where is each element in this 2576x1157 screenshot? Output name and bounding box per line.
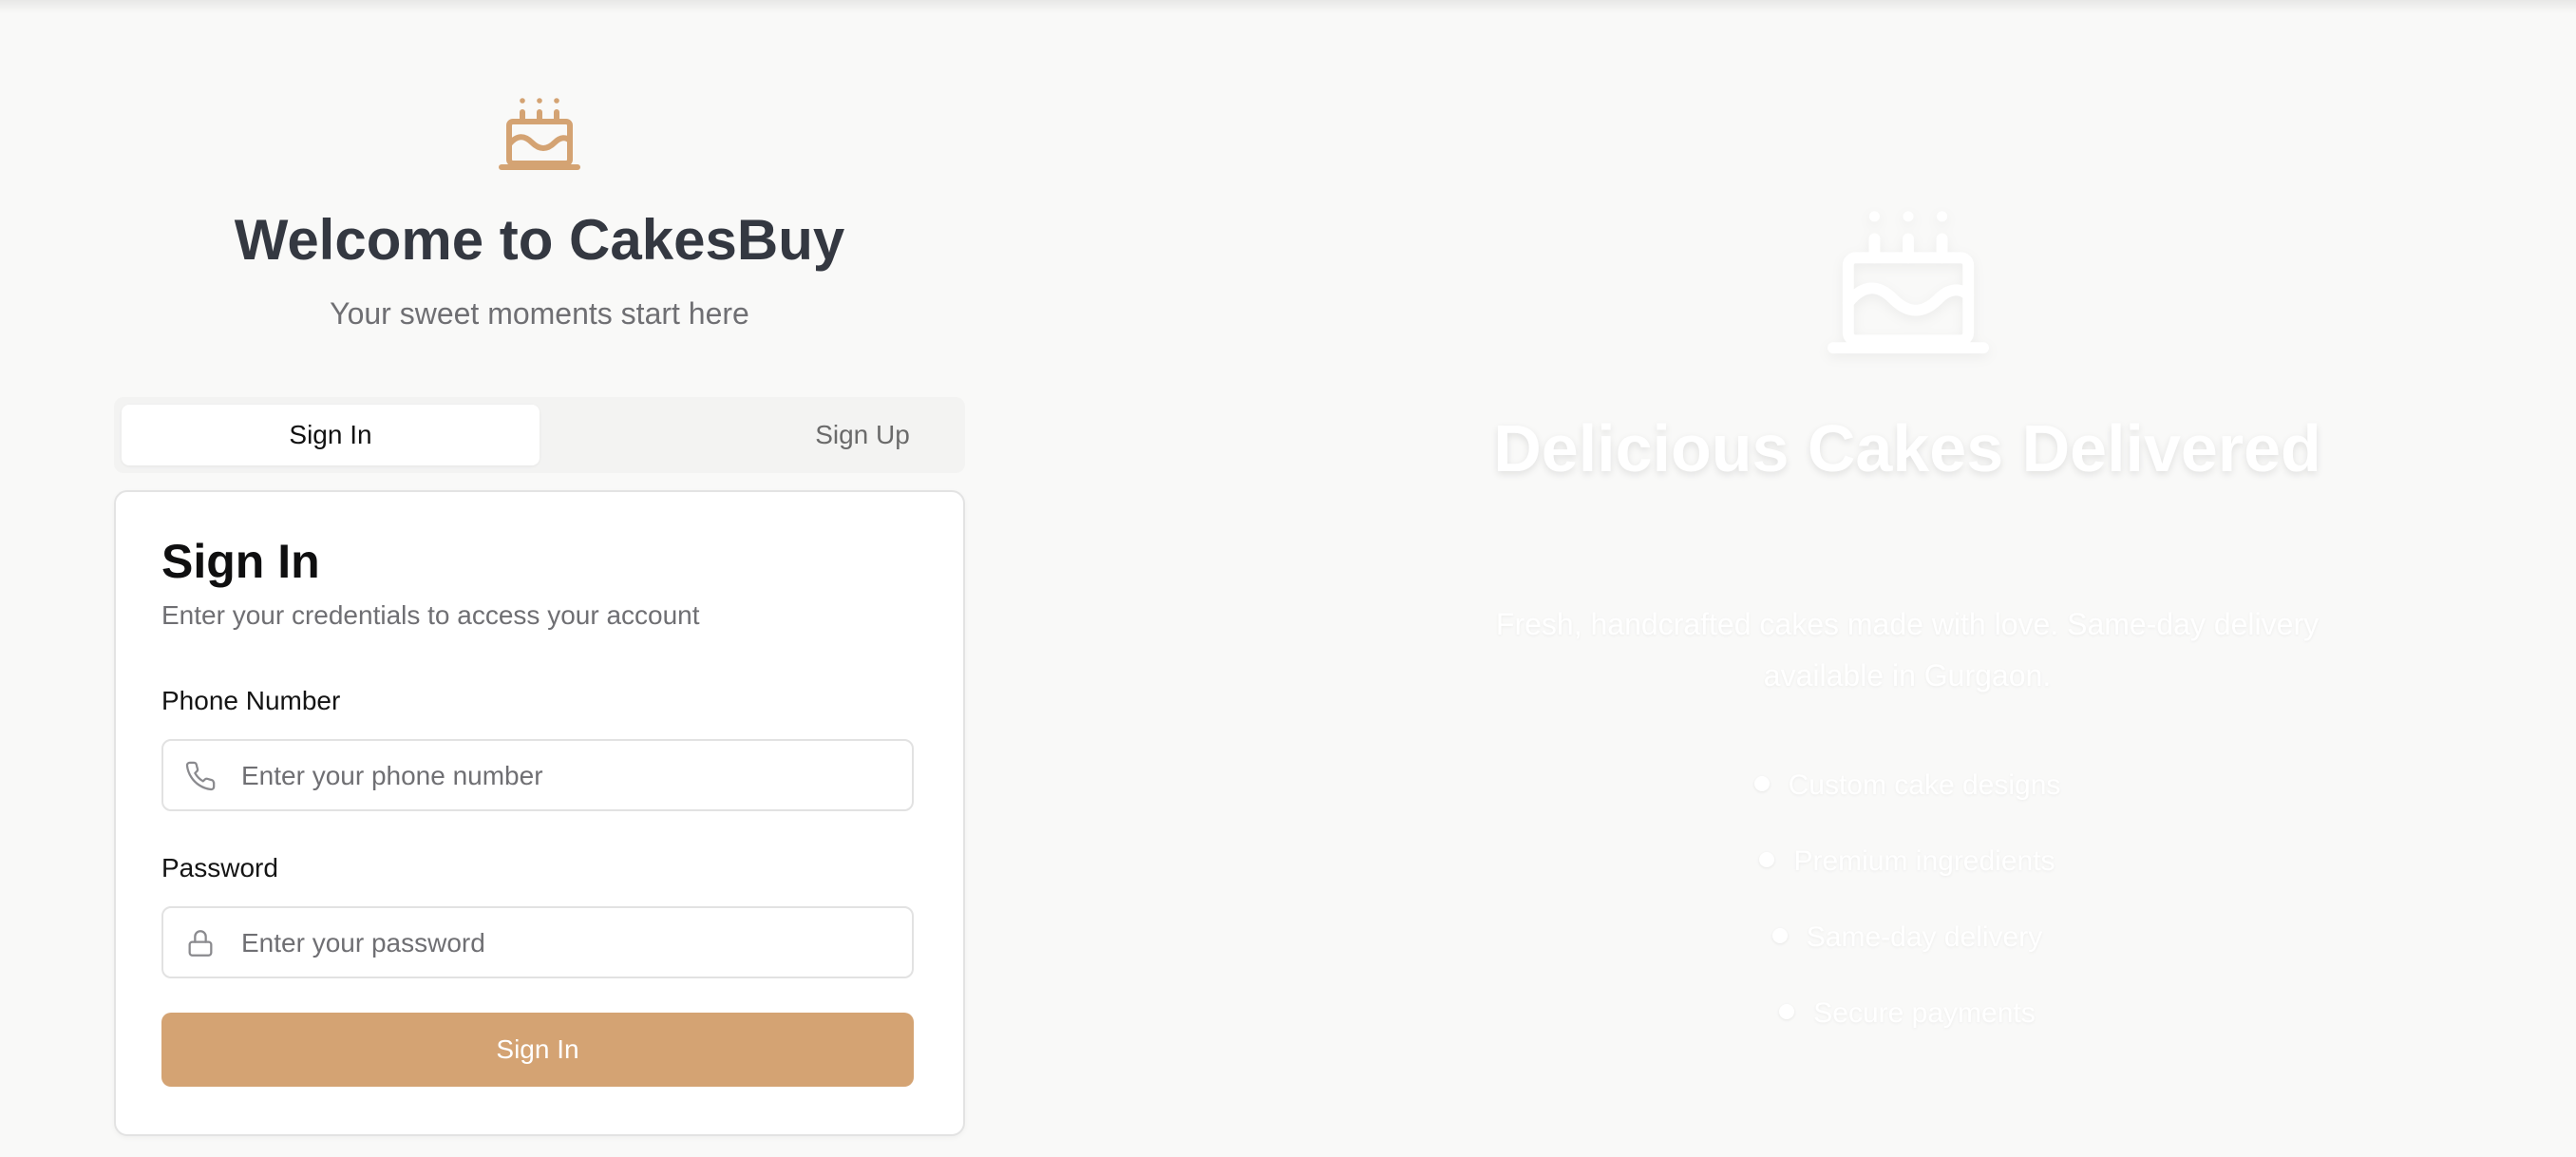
auth-tabs: Sign In Sign Up <box>114 397 965 473</box>
lock-icon <box>188 930 213 957</box>
auth-panel: Welcome to CakesBuy Your sweet moments s… <box>0 0 1079 1157</box>
card-description: Enter your credentials to access your ac… <box>161 600 700 630</box>
phone-icon <box>185 761 216 791</box>
feature-list: Custom cake designs Premium ingredients … <box>1459 760 2356 1064</box>
sign-in-card: Sign In Enter your credentials to access… <box>114 490 965 1136</box>
page-subtitle: Your sweet moments start here <box>330 296 749 331</box>
page-title: Welcome to CakesBuy <box>234 208 845 272</box>
sign-in-button[interactable]: Sign In <box>161 1013 914 1087</box>
hero-title: Delicious Cakes Delivered <box>1493 411 2321 485</box>
phone-field-wrapper <box>161 739 914 811</box>
tab-sign-in[interactable]: Sign In <box>122 405 540 465</box>
card-title: Sign In <box>161 535 320 588</box>
list-item: Secure payments <box>1459 988 2356 1064</box>
list-item: Same-day delivery <box>1459 912 2356 988</box>
cake-icon <box>1828 211 1989 354</box>
password-input[interactable] <box>239 908 899 978</box>
bullet-icon <box>1753 776 1770 792</box>
list-item: Premium ingredients <box>1459 836 2356 912</box>
bullet-icon <box>1759 852 1775 868</box>
list-item: Custom cake designs <box>1459 760 2356 836</box>
password-label: Password <box>161 853 278 882</box>
tab-sign-up[interactable]: Sign Up <box>653 405 1071 465</box>
password-field-wrapper <box>161 906 914 978</box>
phone-label: Phone Number <box>161 686 341 715</box>
bullet-icon <box>1779 1004 1795 1020</box>
cake-icon <box>499 98 580 170</box>
bullet-icon <box>1771 928 1788 944</box>
phone-input[interactable] <box>239 741 899 811</box>
hero-description: Fresh, handcrafted cakes made with love.… <box>1495 607 2320 692</box>
